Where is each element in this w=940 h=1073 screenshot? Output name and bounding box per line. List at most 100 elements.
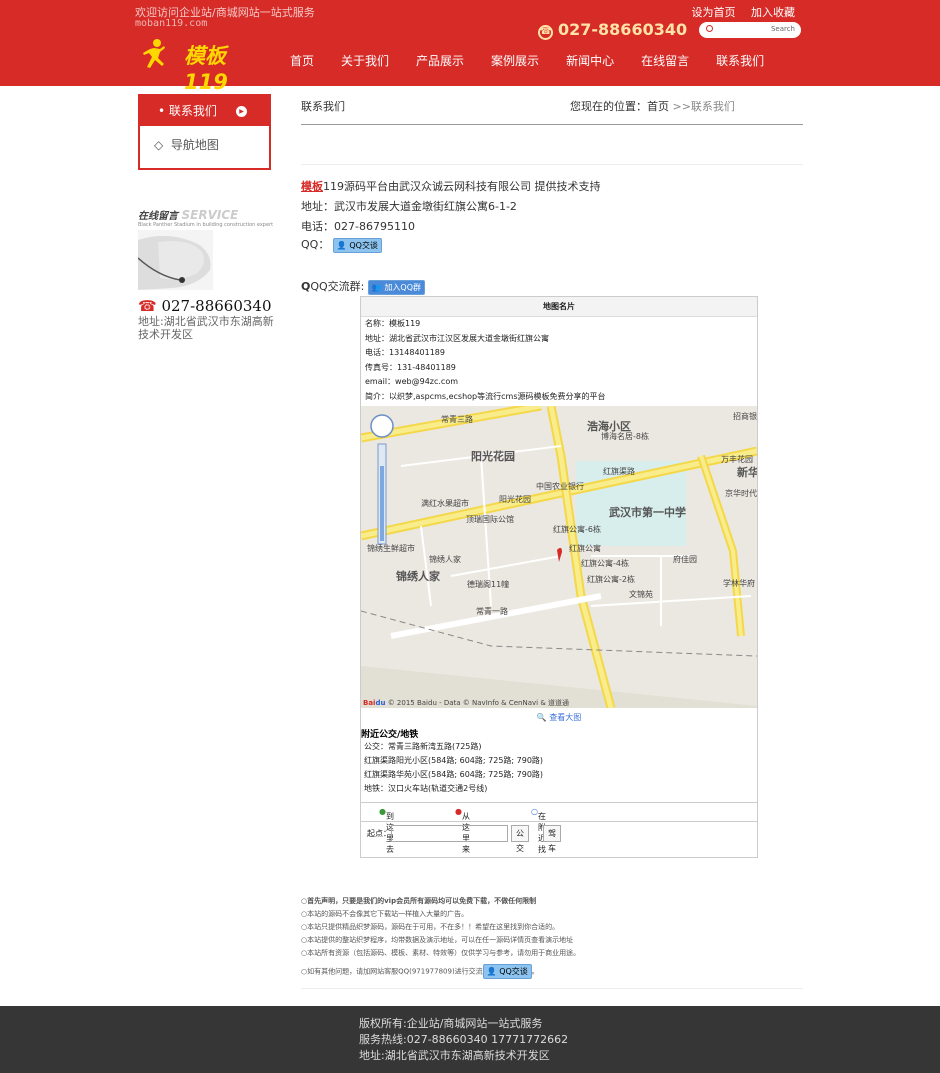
note-line: ○本站的源码不会像其它下载站一样植入大量的广告。 [301,910,469,918]
map-label: 红旗公寓-6栋 [553,525,601,534]
site-header: 欢迎访问企业站/商城网站一站式服务 moban119.com 设为首页 加入收藏… [0,0,940,94]
contact-qq: QQ： 👤 QQ交谈 [301,236,382,253]
map-label: 满红水果超市 [421,499,469,508]
service-en: SERVICE [181,208,239,222]
nav-item[interactable]: 首页 [290,54,314,68]
start-input[interactable] [391,825,508,842]
map-label: 红旗公寓-2栋 [587,575,635,584]
nearby-item: 红旗渠路阳光小区(584路; 604路; 725路; 790路) [364,756,544,765]
contact-tel: 电话：027-86795110 [301,220,415,233]
tab-go-here[interactable]: ● 到这里去 [379,807,394,854]
set-home-link[interactable]: 设为首页 [692,6,736,19]
service-phone: ☎ 027-88660340 [138,297,272,315]
map-label: 红旗公寓 [569,544,601,553]
header-phone-number: 027-88660340 [558,20,688,39]
service-address: 地址:湖北省武汉市东湖高新技术开发区 [138,315,274,341]
map-label: 锦绣生鲜超市 [367,544,415,553]
footer-address: 地址:湖北省武汉市东湖高新技术开发区 [359,1049,550,1062]
map-label: 红旗公寓-4栋 [581,559,629,568]
breadcrumb-current: >>联系我们 [672,100,735,113]
tab-from-here[interactable]: ● 从这里来 [455,807,470,854]
join-qq-group-button[interactable]: 👥 加入QQ群 [367,279,425,295]
note-line: ○本站所有资源（包括源码、模板、素材、特效等）仅供学习与参考，请勿用于商业用途。 [301,949,581,957]
nav-item[interactable]: 产品展示 [416,54,464,68]
card-line: 传真号：131-48401189 [365,362,456,372]
page-title: 联系我们 [301,100,345,113]
map-label: 德瑞阁11幢 [467,580,510,589]
route-start-row: 起点： 公交 驾车 [367,825,561,853]
view-larger-map-link[interactable]: 🔍 查看大图 [361,712,757,723]
divider [301,164,803,165]
support-line: 模板119源码平台由武汉众诚云网科技有限公司 提供技术支持 [301,180,601,193]
divider [301,988,803,989]
map-label: 招商银行 [733,412,757,421]
map-label: 万丰花园 [721,455,753,464]
map-label: 阳光花园 [471,450,515,463]
map-card-title: 地图名片 [361,297,757,317]
map-label: 红旗渠路 [603,467,635,476]
footer-hotline: 服务热线:027-88660340 17771772662 [359,1033,569,1046]
map-label: 博海名居-8栋 [601,432,649,441]
logo-text: 模板119 [184,44,228,94]
card-line: email：web@94zc.com [365,377,459,386]
map-label: 顶瑞国际公馆 [466,515,514,524]
add-favorite-link[interactable]: 加入收藏 [751,6,795,19]
nav-item[interactable]: 在线留言 [641,54,689,68]
qq-chat-button[interactable]: 👤 QQ交谈 [482,964,532,979]
map-card: 地图名片 名称：模板119 地址：湖北省武汉市江汉区发展大道金墩街红旗公寓 电话… [360,296,758,858]
baidu-map[interactable]: 浩海小区 阳光花园 武汉市第一中学 锦绣人家 新华 红旗渠路 常青三路 常青一路… [361,406,757,708]
note-line: ○本站提供的整站织梦程序，均带数据及演示地址，可以在任一源码详情页查看演示地址 [301,936,574,944]
service-widget: 在线留言 SERVICE Black Panther Stadium in bu… [137,207,278,341]
nearby-item: 红旗渠路华苑小区(584路; 604路; 725路; 790路) [364,770,544,779]
arrow-right-icon: ▶ [236,106,247,117]
map-label: 府佳园 [673,555,697,564]
nav-item[interactable]: 联系我们 [716,54,764,68]
nearby-title: 附近公交/地铁 [361,730,419,740]
note-line: ○本站只提供精品织梦源码，源码在于可用，不在多！！希望在这里找到你合适的。 [301,923,560,931]
search-placeholder: Search [770,25,795,33]
phone-icon: ☎ [138,297,157,315]
phone-icon: ☎ [538,25,553,40]
card-line: 简介：以织梦,aspcms,ecshop等流行cms源码模板免费分享的平台 [365,391,606,401]
map-copyright: Baidu © 2015 Baidu - Data © NavInfo & Ce… [363,699,570,707]
breadcrumb-home[interactable]: 您现在的位置：首页 [570,100,669,113]
map-roads [361,406,757,708]
sidebar-item-label: 导航地图 [170,138,219,152]
map-label: 中国农业银行 [536,482,584,491]
brand-link: 模板 [301,180,323,193]
route-tabs: ● 到这里去 ● 从这里来 ○ 在附近找 [361,802,757,854]
nearby-transit: 附近公交/地铁 公交：常青三路新湾五路(725路) 红旗渠路阳光小区(584路;… [361,727,757,796]
service-subtitle: Black Panther Stadium in building constr… [138,222,274,228]
search-icon [706,25,713,32]
map-label: 常青三路 [441,415,473,424]
card-line: 电话：13148401189 [365,348,445,357]
site-footer: 版权所有:企业站/商城网站一站式服务 服务热线:027-88660340 177… [0,1006,940,1073]
bus-button[interactable]: 公交 [511,825,529,853]
nearby-item: 公交：常青三路新湾五路(725路) [364,742,482,751]
card-line: 地址：湖北省武汉市江汉区发展大道金墩街红旗公寓 [365,333,549,343]
contact-qq-group: QQQ交流群: 👥 加入QQ群 [301,278,425,295]
map-card-info: 名称：模板119 地址：湖北省武汉市江汉区发展大道金墩街红旗公寓 电话：1314… [361,317,757,404]
qq-chat-button[interactable]: 👤 QQ交谈 [332,237,382,253]
main-nav: 首页 关于我们 产品展示 案例展示 新闻中心 在线留言 联系我们 [290,52,791,69]
nearby-item: 地铁：汉口火车站(轨道交通2号线) [364,784,488,793]
nav-item[interactable]: 案例展示 [491,54,539,68]
card-line: 名称：模板119 [365,319,421,328]
map-label: 新华 [737,466,757,479]
sidebar-title[interactable]: • 联系我们 ▶ [140,96,269,126]
map-label: 学林华府 [723,579,755,588]
tab-search-nearby[interactable]: ○ 在附近找 [531,807,546,854]
runner-logo-icon [143,39,165,68]
site-url: moban119.com [135,18,208,29]
drive-button[interactable]: 驾车 [543,825,561,853]
nav-item[interactable]: 新闻中心 [566,54,614,68]
map-label: 锦绣人家 [396,570,440,583]
start-label: 起点： [367,829,391,838]
sidebar-menu: • 联系我们 ▶ ◇ 导航地图 [138,94,271,170]
top-links: 设为首页 加入收藏 [680,4,796,20]
nav-item[interactable]: 关于我们 [341,54,389,68]
sidebar-item-sitemap[interactable]: ◇ 导航地图 [140,126,269,163]
search-input[interactable]: Search [699,22,801,38]
map-label: 京华时代 [725,489,757,498]
map-label: 武汉市第一中学 [609,506,686,519]
